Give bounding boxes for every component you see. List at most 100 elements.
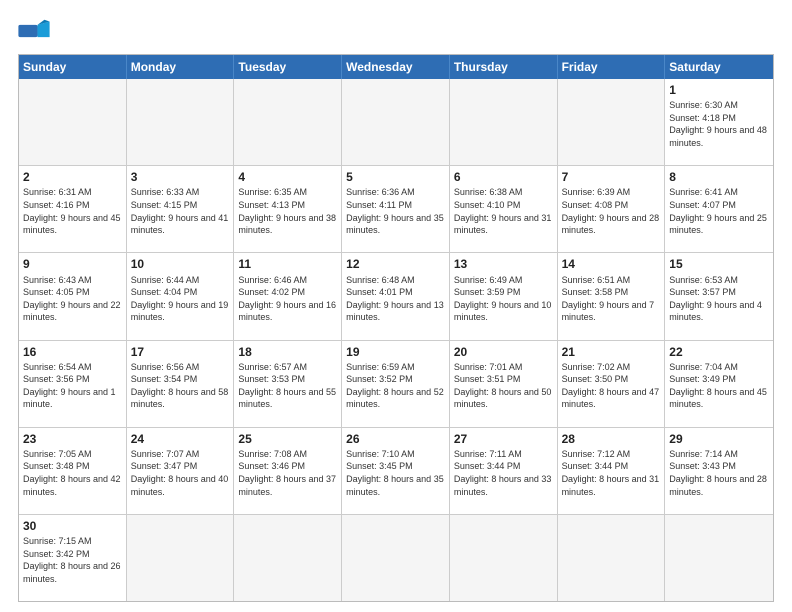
day-sun-info: Sunrise: 6:38 AMSunset: 4:10 PMDaylight:… bbox=[454, 186, 553, 236]
header-day-saturday: Saturday bbox=[665, 55, 773, 79]
day-sun-info: Sunrise: 7:05 AMSunset: 3:48 PMDaylight:… bbox=[23, 448, 122, 498]
day-number: 21 bbox=[562, 344, 661, 360]
day-sun-info: Sunrise: 6:53 AMSunset: 3:57 PMDaylight:… bbox=[669, 274, 769, 324]
calendar-body: 1Sunrise: 6:30 AMSunset: 4:18 PMDaylight… bbox=[19, 79, 773, 601]
day-cell-9: 9 Sunrise: 6:43 AMSunset: 4:05 PMDaylight… bbox=[19, 253, 127, 339]
header-day-wednesday: Wednesday bbox=[342, 55, 450, 79]
day-number: 6 bbox=[454, 169, 553, 185]
calendar-week-1: 1Sunrise: 6:30 AMSunset: 4:18 PMDaylight… bbox=[19, 79, 773, 166]
day-number: 3 bbox=[131, 169, 230, 185]
calendar-header-row: SundayMondayTuesdayWednesdayThursdayFrid… bbox=[19, 55, 773, 79]
day-sun-info: Sunrise: 6:46 AMSunset: 4:02 PMDaylight:… bbox=[238, 274, 337, 324]
day-number: 11 bbox=[238, 256, 337, 272]
day-number: 29 bbox=[669, 431, 769, 447]
day-sun-info: Sunrise: 6:49 AMSunset: 3:59 PMDaylight:… bbox=[454, 274, 553, 324]
day-number: 9 bbox=[23, 256, 122, 272]
day-sun-info: Sunrise: 6:36 AMSunset: 4:11 PMDaylight:… bbox=[346, 186, 445, 236]
day-number: 15 bbox=[669, 256, 769, 272]
day-number: 18 bbox=[238, 344, 337, 360]
day-number: 23 bbox=[23, 431, 122, 447]
day-number: 26 bbox=[346, 431, 445, 447]
calendar: SundayMondayTuesdayWednesdayThursdayFrid… bbox=[18, 54, 774, 602]
day-cell-1: 1Sunrise: 6:30 AMSunset: 4:18 PMDaylight… bbox=[665, 79, 773, 165]
empty-cell bbox=[234, 515, 342, 601]
day-cell-16: 16Sunrise: 6:54 AMSunset: 3:56 PMDayligh… bbox=[19, 341, 127, 427]
day-number: 12 bbox=[346, 256, 445, 272]
day-cell-19: 19Sunrise: 6:59 AMSunset: 3:52 PMDayligh… bbox=[342, 341, 450, 427]
header-day-thursday: Thursday bbox=[450, 55, 558, 79]
day-number: 22 bbox=[669, 344, 769, 360]
day-sun-info: Sunrise: 6:51 AMSunset: 3:58 PMDaylight:… bbox=[562, 274, 661, 324]
day-sun-info: Sunrise: 6:54 AMSunset: 3:56 PMDaylight:… bbox=[23, 361, 122, 411]
day-number: 16 bbox=[23, 344, 122, 360]
day-sun-info: Sunrise: 7:04 AMSunset: 3:49 PMDaylight:… bbox=[669, 361, 769, 411]
day-cell-24: 24Sunrise: 7:07 AMSunset: 3:47 PMDayligh… bbox=[127, 428, 235, 514]
day-cell-20: 20Sunrise: 7:01 AMSunset: 3:51 PMDayligh… bbox=[450, 341, 558, 427]
day-sun-info: Sunrise: 7:01 AMSunset: 3:51 PMDaylight:… bbox=[454, 361, 553, 411]
calendar-week-2: 2Sunrise: 6:31 AMSunset: 4:16 PMDaylight… bbox=[19, 166, 773, 253]
day-number: 28 bbox=[562, 431, 661, 447]
day-cell-27: 27Sunrise: 7:11 AMSunset: 3:44 PMDayligh… bbox=[450, 428, 558, 514]
empty-cell bbox=[665, 515, 773, 601]
day-cell-14: 14 Sunrise: 6:51 AMSunset: 3:58 PMDayligh… bbox=[558, 253, 666, 339]
day-cell-11: 11 Sunrise: 6:46 AMSunset: 4:02 PMDayligh… bbox=[234, 253, 342, 339]
day-number: 24 bbox=[131, 431, 230, 447]
day-cell-21: 21Sunrise: 7:02 AMSunset: 3:50 PMDayligh… bbox=[558, 341, 666, 427]
day-sun-info: Sunrise: 7:11 AMSunset: 3:44 PMDaylight:… bbox=[454, 448, 553, 498]
day-number: 1 bbox=[669, 82, 769, 98]
day-sun-info: Sunrise: 7:02 AMSunset: 3:50 PMDaylight:… bbox=[562, 361, 661, 411]
day-number: 14 bbox=[562, 256, 661, 272]
day-sun-info: Sunrise: 6:43 AMSunset: 4:05 PMDaylight:… bbox=[23, 274, 122, 324]
empty-cell bbox=[342, 515, 450, 601]
day-number: 4 bbox=[238, 169, 337, 185]
day-cell-3: 3Sunrise: 6:33 AMSunset: 4:15 PMDaylight… bbox=[127, 166, 235, 252]
day-cell-7: 7Sunrise: 6:39 AMSunset: 4:08 PMDaylight… bbox=[558, 166, 666, 252]
day-cell-23: 23Sunrise: 7:05 AMSunset: 3:48 PMDayligh… bbox=[19, 428, 127, 514]
empty-cell bbox=[450, 515, 558, 601]
empty-cell bbox=[127, 515, 235, 601]
header-day-monday: Monday bbox=[127, 55, 235, 79]
day-cell-10: 10Sunrise: 6:44 AMSunset: 4:04 PMDayligh… bbox=[127, 253, 235, 339]
day-cell-15: 15 Sunrise: 6:53 AMSunset: 3:57 PMDayligh… bbox=[665, 253, 773, 339]
day-cell-6: 6Sunrise: 6:38 AMSunset: 4:10 PMDaylight… bbox=[450, 166, 558, 252]
page: SundayMondayTuesdayWednesdayThursdayFrid… bbox=[0, 0, 792, 612]
day-sun-info: Sunrise: 7:15 AMSunset: 3:42 PMDaylight:… bbox=[23, 535, 122, 585]
day-sun-info: Sunrise: 6:39 AMSunset: 4:08 PMDaylight:… bbox=[562, 186, 661, 236]
day-cell-30: 30Sunrise: 7:15 AMSunset: 3:42 PMDayligh… bbox=[19, 515, 127, 601]
day-sun-info: Sunrise: 6:56 AMSunset: 3:54 PMDaylight:… bbox=[131, 361, 230, 411]
day-cell-13: 13Sunrise: 6:49 AMSunset: 3:59 PMDayligh… bbox=[450, 253, 558, 339]
day-cell-5: 5Sunrise: 6:36 AMSunset: 4:11 PMDaylight… bbox=[342, 166, 450, 252]
header bbox=[18, 18, 774, 44]
day-cell-4: 4Sunrise: 6:35 AMSunset: 4:13 PMDaylight… bbox=[234, 166, 342, 252]
empty-cell bbox=[558, 515, 666, 601]
day-sun-info: Sunrise: 7:10 AMSunset: 3:45 PMDaylight:… bbox=[346, 448, 445, 498]
header-day-sunday: Sunday bbox=[19, 55, 127, 79]
day-cell-25: 25Sunrise: 7:08 AMSunset: 3:46 PMDayligh… bbox=[234, 428, 342, 514]
day-number: 10 bbox=[131, 256, 230, 272]
day-cell-18: 18Sunrise: 6:57 AMSunset: 3:53 PMDayligh… bbox=[234, 341, 342, 427]
calendar-week-4: 16Sunrise: 6:54 AMSunset: 3:56 PMDayligh… bbox=[19, 341, 773, 428]
empty-cell bbox=[234, 79, 342, 165]
day-cell-22: 22Sunrise: 7:04 AMSunset: 3:49 PMDayligh… bbox=[665, 341, 773, 427]
day-number: 5 bbox=[346, 169, 445, 185]
empty-cell bbox=[127, 79, 235, 165]
day-number: 7 bbox=[562, 169, 661, 185]
logo bbox=[18, 18, 54, 44]
day-number: 27 bbox=[454, 431, 553, 447]
day-sun-info: Sunrise: 7:08 AMSunset: 3:46 PMDaylight:… bbox=[238, 448, 337, 498]
day-sun-info: Sunrise: 6:30 AMSunset: 4:18 PMDaylight:… bbox=[669, 99, 769, 149]
day-number: 25 bbox=[238, 431, 337, 447]
day-cell-2: 2Sunrise: 6:31 AMSunset: 4:16 PMDaylight… bbox=[19, 166, 127, 252]
day-sun-info: Sunrise: 6:41 AMSunset: 4:07 PMDaylight:… bbox=[669, 186, 769, 236]
header-day-friday: Friday bbox=[558, 55, 666, 79]
calendar-week-5: 23Sunrise: 7:05 AMSunset: 3:48 PMDayligh… bbox=[19, 428, 773, 515]
day-sun-info: Sunrise: 6:59 AMSunset: 3:52 PMDaylight:… bbox=[346, 361, 445, 411]
day-number: 8 bbox=[669, 169, 769, 185]
day-cell-17: 17Sunrise: 6:56 AMSunset: 3:54 PMDayligh… bbox=[127, 341, 235, 427]
day-sun-info: Sunrise: 6:33 AMSunset: 4:15 PMDaylight:… bbox=[131, 186, 230, 236]
header-day-tuesday: Tuesday bbox=[234, 55, 342, 79]
day-number: 19 bbox=[346, 344, 445, 360]
day-number: 2 bbox=[23, 169, 122, 185]
empty-cell bbox=[342, 79, 450, 165]
day-number: 20 bbox=[454, 344, 553, 360]
